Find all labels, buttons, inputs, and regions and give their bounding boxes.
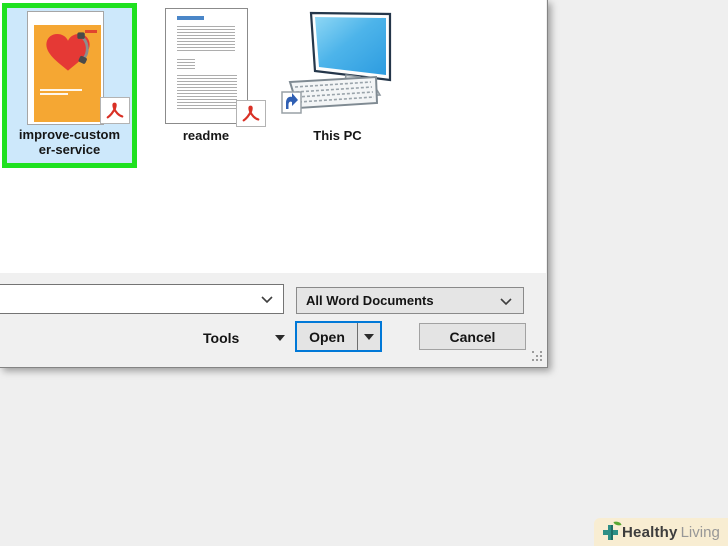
document-heading-line (177, 16, 204, 20)
poster-caption-lines (34, 87, 101, 95)
tools-menu-button[interactable]: Tools (203, 327, 285, 349)
brand-name-bold: Healthy (622, 523, 678, 541)
shortcut-arrow-icon (281, 91, 302, 114)
file-item-readme[interactable]: readme (160, 3, 266, 153)
open-file-dialog: improve-custom er-service readme This PC… (0, 0, 548, 368)
open-split-arrow[interactable] (358, 323, 380, 350)
open-button-label: Open (309, 328, 345, 345)
poster-artwork (34, 25, 101, 122)
file-item-this-pc[interactable]: This PC (275, 3, 400, 153)
file-type-dropdown[interactable]: All Word Documents (296, 287, 524, 314)
chevron-down-icon (500, 298, 512, 306)
open-button[interactable]: Open (295, 321, 382, 352)
pdf-thumbnail (27, 11, 104, 125)
dropdown-arrow-icon (364, 333, 374, 340)
file-item-improve-customer-service[interactable]: improve-custom er-service (2, 3, 137, 168)
tools-label: Tools (203, 330, 240, 346)
pdf-overlay-icon (100, 97, 130, 124)
document-text-lines (177, 59, 195, 69)
document-text-lines (177, 75, 237, 111)
filename-combobox[interactable] (0, 284, 284, 314)
this-pc-icon (281, 11, 392, 114)
file-name-label: improve-custom er-service (18, 127, 121, 157)
file-type-selected-value: All Word Documents (306, 293, 434, 308)
healthy-living-logo: Healthy Living (594, 518, 728, 546)
medical-cross-leaf-icon (603, 519, 622, 540)
file-name-label: This PC (313, 128, 362, 143)
document-text-lines (177, 26, 235, 52)
filename-input[interactable] (3, 287, 253, 311)
resize-grip[interactable] (532, 351, 544, 363)
cancel-button-label: Cancel (449, 328, 496, 345)
chevron-down-icon[interactable] (260, 295, 274, 304)
heart-headset-icon (46, 32, 90, 71)
pdf-overlay-icon (236, 100, 266, 127)
file-name-label: readme (182, 128, 230, 143)
file-list[interactable]: improve-custom er-service readme This PC (0, 0, 546, 273)
dropdown-arrow-icon (275, 335, 285, 341)
cancel-button[interactable]: Cancel (419, 323, 526, 350)
brand-name-light: Living (680, 523, 720, 541)
